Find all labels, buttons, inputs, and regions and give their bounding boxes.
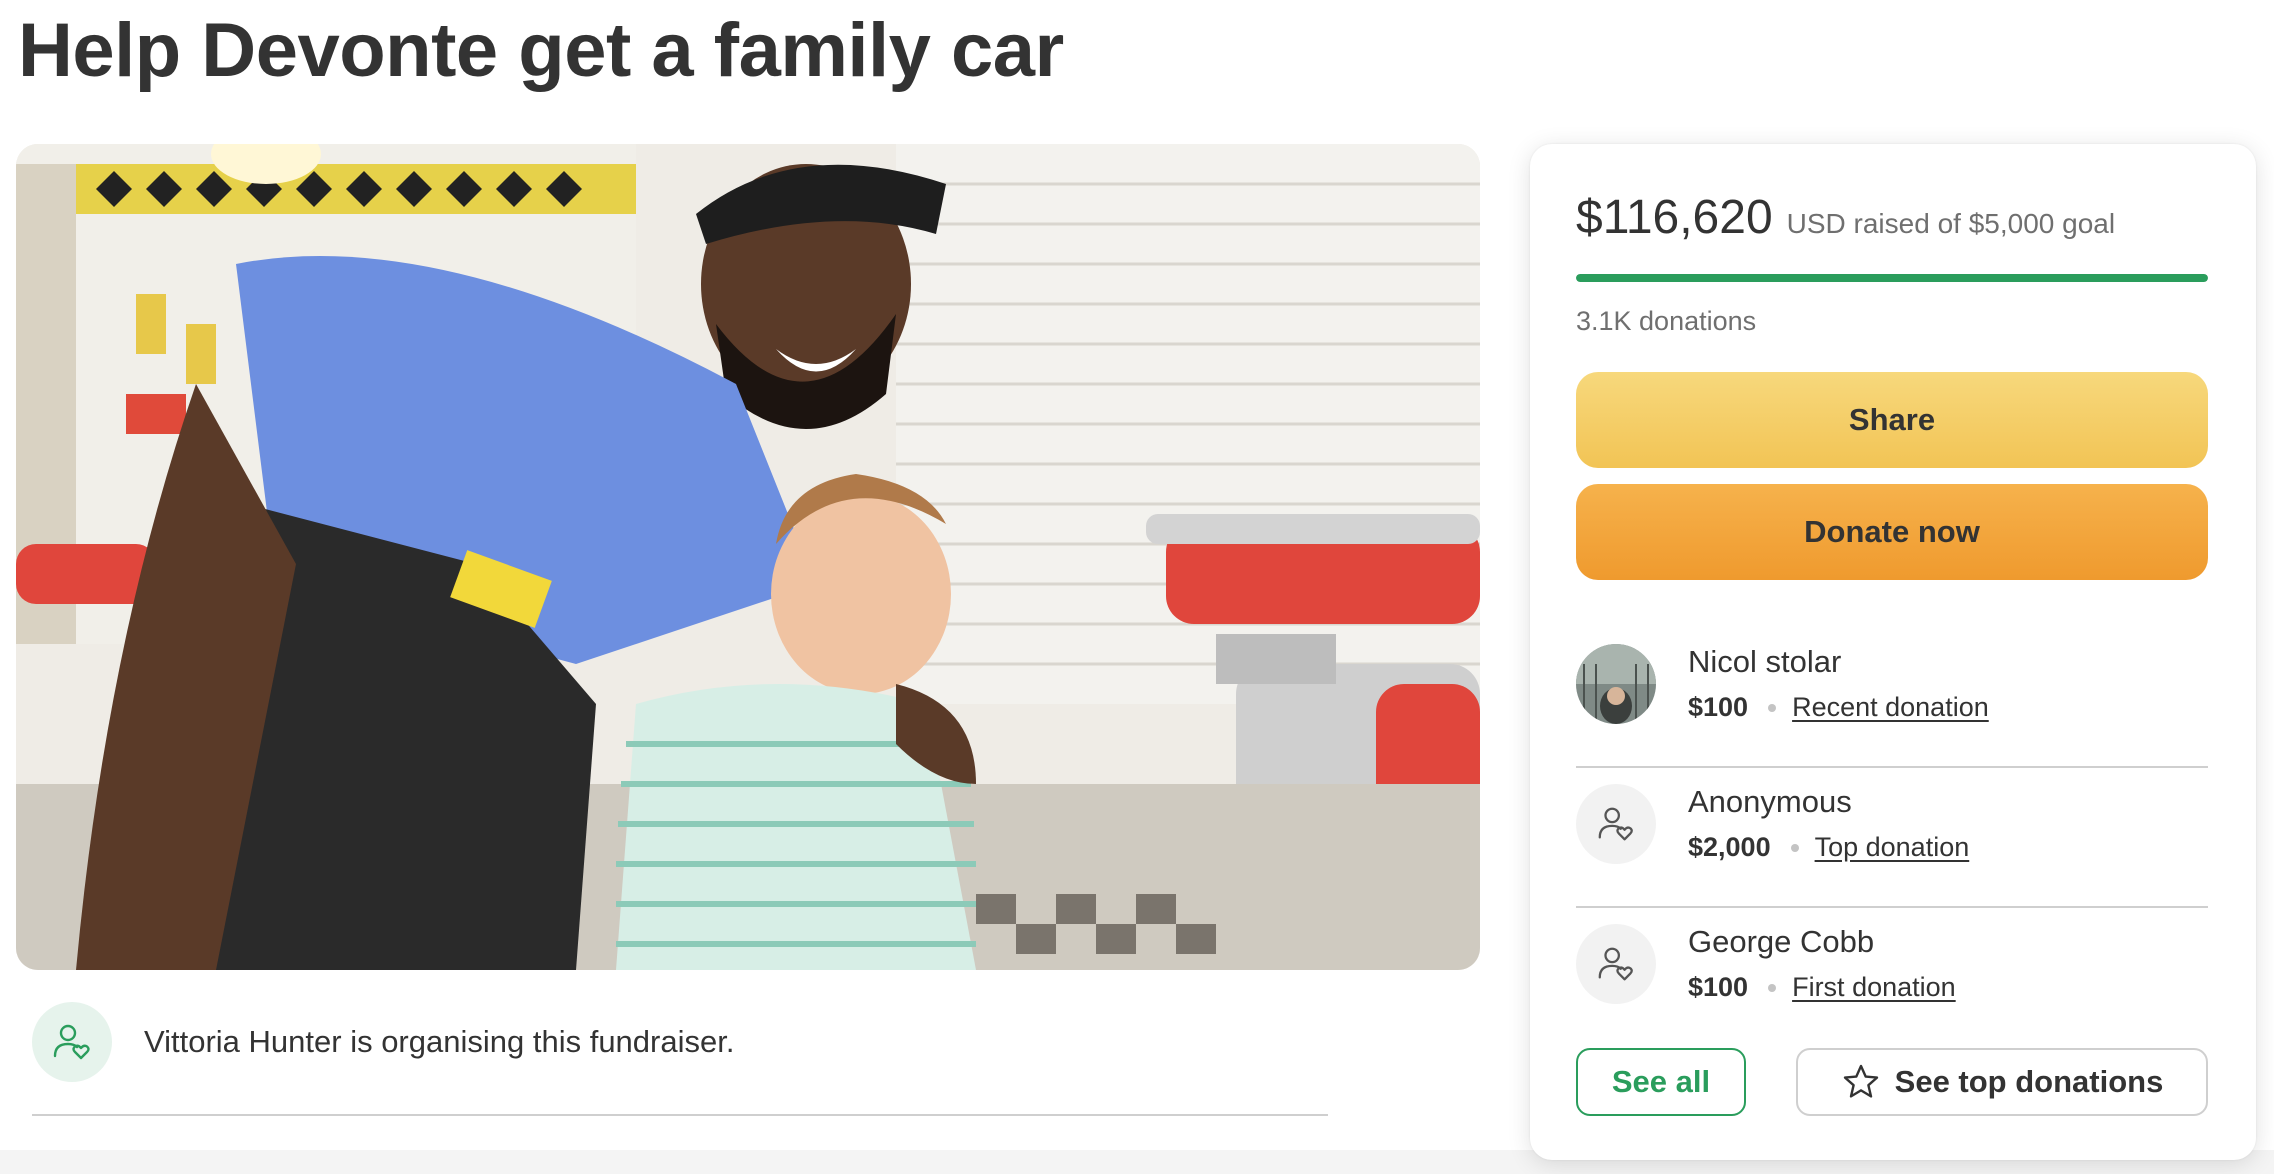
donor-item: George Cobb $100 First donation: [1576, 924, 2208, 1014]
donate-now-button[interactable]: Donate now: [1576, 484, 2208, 580]
first-donation-link[interactable]: First donation: [1792, 972, 1956, 1003]
progress-bar-fill: [1576, 274, 2208, 282]
donor-amount: $100: [1688, 692, 1749, 722]
top-donation-link[interactable]: Top donation: [1815, 832, 1970, 863]
separator-dot: [1790, 843, 1799, 852]
donor-meta: $100 Recent donation: [1688, 692, 1989, 723]
donor-avatar-photo: [1576, 644, 1656, 724]
raised-amount: $116,620: [1576, 191, 1773, 244]
organiser-text: Vittoria Hunter is organising this fundr…: [144, 1024, 735, 1059]
user-heart-icon: [1576, 924, 1656, 1004]
donor-amount: $2,000: [1688, 832, 1771, 862]
see-top-donations-button[interactable]: See top donations: [1796, 1048, 2208, 1116]
separator-dot: [1768, 703, 1777, 712]
share-button[interactable]: Share: [1576, 372, 2208, 468]
star-icon: [1841, 1062, 1881, 1102]
raised-goal-text: USD raised of $5,000 goal: [1786, 208, 2116, 239]
divider: [1576, 766, 2208, 768]
user-heart-icon: [32, 1002, 112, 1082]
raised-summary: $116,620 USD raised of $5,000 goal: [1576, 190, 2115, 245]
organiser-row: Vittoria Hunter is organising this fundr…: [32, 1000, 1328, 1084]
donor-meta: $100 First donation: [1688, 972, 1956, 1003]
see-top-donations-label: See top donations: [1894, 1064, 2164, 1099]
donor-name: Nicol stolar: [1688, 644, 1842, 679]
donor-item: Anonymous $2,000 Top donation: [1576, 784, 2208, 908]
progress-bar: [1576, 274, 2208, 282]
donor-meta: $2,000 Top donation: [1688, 832, 1969, 863]
divider: [1576, 906, 2208, 908]
donor-name: Anonymous: [1688, 784, 1852, 819]
page-title: Help Devonte get a family car: [18, 8, 1064, 93]
donor-amount: $100: [1688, 972, 1749, 1002]
donation-count: 3.1K donations: [1576, 306, 1757, 336]
user-heart-icon: [1576, 784, 1656, 864]
fundraiser-hero-photo: [16, 144, 1480, 970]
recent-donation-link[interactable]: Recent donation: [1792, 692, 1989, 723]
donation-card: $116,620 USD raised of $5,000 goal 3.1K …: [1530, 144, 2256, 1160]
donor-name: George Cobb: [1688, 924, 1875, 959]
separator-dot: [1768, 983, 1777, 992]
donor-item: Nicol stolar $100 Recent donation: [1576, 644, 2208, 768]
divider: [32, 1114, 1328, 1116]
see-all-button[interactable]: See all: [1576, 1048, 1746, 1116]
